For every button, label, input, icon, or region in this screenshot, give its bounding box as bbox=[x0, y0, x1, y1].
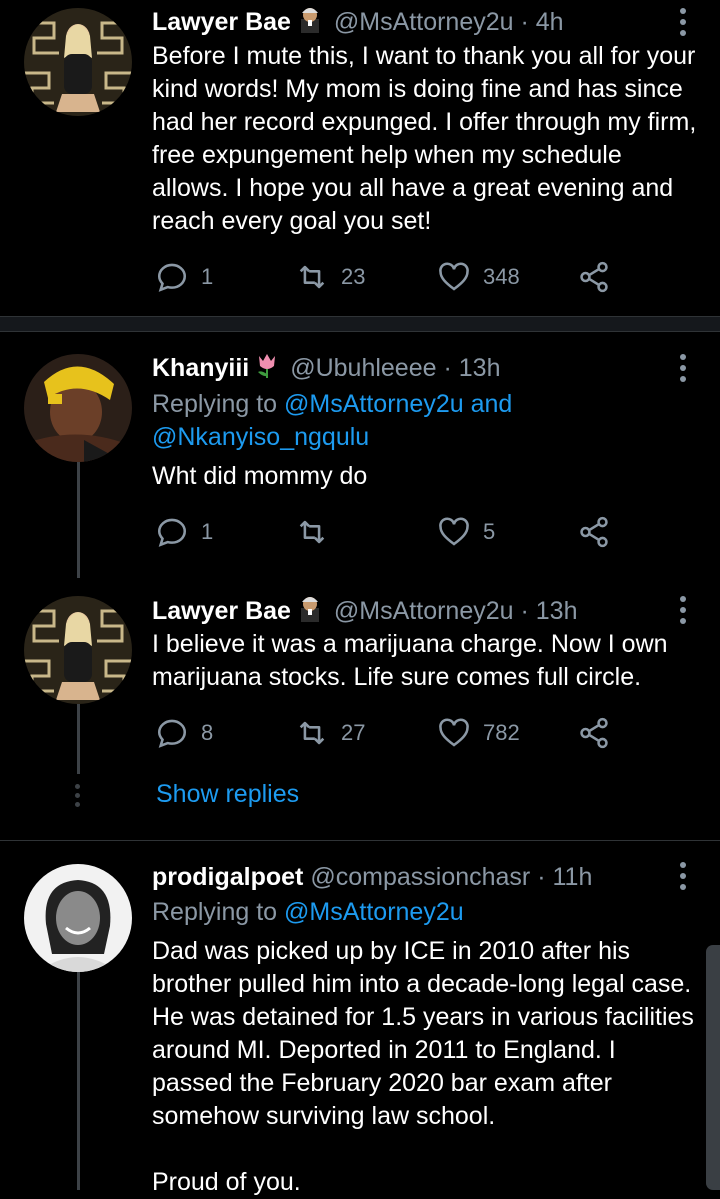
heart-icon bbox=[439, 262, 469, 291]
reply-icon bbox=[157, 518, 187, 547]
retweet-button[interactable] bbox=[295, 512, 329, 552]
timestamp[interactable]: · 4h bbox=[521, 8, 564, 36]
retweet-icon bbox=[299, 265, 325, 289]
tweet-text: Wht did mommy do bbox=[152, 462, 368, 490]
reply-icon bbox=[157, 719, 187, 748]
author-name[interactable]: Lawyer Bae bbox=[152, 597, 291, 625]
more-vertical-icon[interactable] bbox=[680, 354, 688, 387]
tweet-text-continued: Proud of you. bbox=[152, 1168, 301, 1196]
tweet-1[interactable]: Lawyer Bae @MsAttorney2u · 4h Before I m… bbox=[0, 0, 720, 316]
retweet-button[interactable]: 27 bbox=[295, 713, 365, 753]
timestamp[interactable]: · 13h bbox=[443, 354, 500, 382]
tweet-text: I believe it was a marijuana charge. Now… bbox=[152, 630, 668, 691]
share-button[interactable] bbox=[577, 512, 611, 552]
author-handle[interactable]: @compassionchasr bbox=[310, 863, 530, 891]
like-button[interactable]: 348 bbox=[437, 257, 520, 297]
replying-to: Replying to @MsAttorney2u bbox=[152, 896, 712, 929]
like-button[interactable]: 5 bbox=[437, 512, 495, 552]
reply-count: 1 bbox=[201, 264, 214, 289]
author-name[interactable]: Khanyiii bbox=[152, 354, 249, 382]
tulip-emoji-icon bbox=[255, 352, 279, 387]
tweet-2[interactable]: Khanyiii @Ubuhleeee · 13h Replying to @M… bbox=[0, 346, 720, 576]
retweet-count: 27 bbox=[341, 720, 366, 745]
avatar-khanyiii[interactable] bbox=[24, 354, 132, 462]
more-vertical-icon[interactable] bbox=[680, 8, 688, 41]
tweet-4[interactable]: prodigalpoet @compassionchasr · 11h Repl… bbox=[0, 856, 720, 1196]
reply-icon bbox=[157, 263, 187, 292]
tweet-text: Before I mute this, I want to thank you … bbox=[152, 42, 697, 235]
show-replies-link[interactable]: Show replies bbox=[156, 780, 299, 809]
conversation-separator bbox=[0, 316, 720, 332]
replying-to-label: Replying to bbox=[152, 898, 278, 926]
more-replies-dots bbox=[75, 784, 81, 811]
thread-connector bbox=[77, 462, 80, 578]
retweet-button[interactable]: 23 bbox=[295, 257, 365, 297]
retweet-count: 23 bbox=[341, 264, 366, 289]
judge-emoji-icon bbox=[297, 594, 323, 631]
like-count: 782 bbox=[483, 720, 520, 745]
author-handle[interactable]: @MsAttorney2u bbox=[334, 8, 514, 36]
reply-button[interactable]: 8 bbox=[155, 713, 213, 753]
share-icon bbox=[580, 717, 608, 749]
avatar-lawyer-bae[interactable] bbox=[24, 596, 132, 704]
mention-conjunction[interactable]: and bbox=[471, 390, 513, 418]
more-vertical-icon[interactable] bbox=[680, 862, 688, 895]
thread-connector bbox=[77, 704, 80, 774]
replying-to-label: Replying to bbox=[152, 390, 278, 418]
reply-button[interactable]: 1 bbox=[155, 257, 213, 297]
share-icon bbox=[580, 516, 608, 548]
avatar-prodigalpoet[interactable] bbox=[24, 864, 132, 972]
tweet-actions: 1 5 bbox=[155, 512, 625, 552]
retweet-icon bbox=[299, 520, 325, 544]
tweet-3[interactable]: Lawyer Bae @MsAttorney2u · 13h I believe… bbox=[0, 590, 720, 790]
heart-icon bbox=[439, 517, 469, 546]
reply-count: 1 bbox=[201, 519, 214, 544]
author-name[interactable]: Lawyer Bae bbox=[152, 8, 291, 36]
retweet-icon bbox=[299, 721, 325, 745]
tweet-text: Dad was picked up by ICE in 2010 after h… bbox=[152, 937, 694, 1130]
mention-link[interactable]: @MsAttorney2u bbox=[284, 390, 464, 418]
reply-count: 8 bbox=[201, 720, 214, 745]
judge-emoji-icon bbox=[297, 5, 323, 42]
like-button[interactable]: 782 bbox=[437, 713, 520, 753]
author-handle[interactable]: @MsAttorney2u bbox=[334, 597, 514, 625]
like-count: 348 bbox=[483, 264, 520, 289]
share-button[interactable] bbox=[577, 713, 611, 753]
timestamp[interactable]: · 13h bbox=[521, 597, 578, 625]
tweet-actions: 8 27 782 bbox=[155, 713, 625, 753]
scrollbar[interactable] bbox=[706, 945, 720, 1190]
author-name[interactable]: prodigalpoet bbox=[152, 863, 303, 891]
avatar-lawyer-bae[interactable] bbox=[24, 8, 132, 116]
like-count: 5 bbox=[483, 519, 496, 544]
thread-connector bbox=[77, 972, 80, 1190]
mention-link[interactable]: @Nkanyiso_ngqulu bbox=[152, 423, 369, 451]
more-vertical-icon[interactable] bbox=[680, 596, 688, 629]
share-icon bbox=[580, 261, 608, 293]
tweet-actions: 1 23 348 bbox=[155, 257, 625, 297]
reply-button[interactable]: 1 bbox=[155, 512, 213, 552]
mention-link[interactable]: @MsAttorney2u bbox=[284, 898, 464, 926]
share-button[interactable] bbox=[577, 257, 611, 297]
heart-icon bbox=[439, 718, 469, 747]
author-handle[interactable]: @Ubuhleeee bbox=[290, 354, 436, 382]
replying-to: Replying to @MsAttorney2u and @Nkanyiso_… bbox=[152, 388, 712, 454]
divider bbox=[0, 840, 720, 841]
timestamp[interactable]: · 11h bbox=[537, 863, 592, 891]
